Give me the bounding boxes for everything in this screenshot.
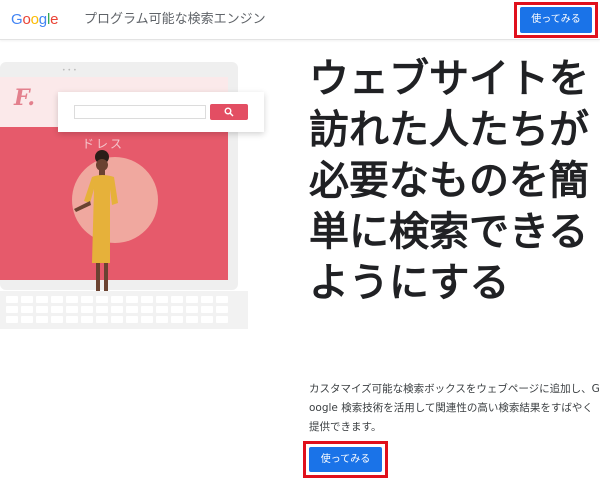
key-row	[6, 296, 228, 303]
search-icon	[224, 107, 234, 117]
get-started-button-header[interactable]: 使ってみる	[520, 7, 592, 33]
get-started-button[interactable]: 使ってみる	[309, 447, 382, 472]
key-row	[6, 316, 228, 323]
search-button[interactable]	[210, 104, 248, 120]
logo-letter: o	[30, 11, 39, 28]
logo-letter: G	[11, 11, 23, 28]
google-logo[interactable]: Google	[11, 11, 58, 29]
top-bar: Google プログラム可能な検索エンジン 使ってみる	[0, 0, 600, 40]
model-figure	[74, 150, 118, 299]
laptop-keyboard	[0, 291, 248, 329]
logo-letter: g	[38, 11, 47, 28]
product-name: プログラム可能な検索エンジン	[84, 12, 266, 27]
logo-letter: e	[50, 11, 59, 28]
key-row	[6, 306, 228, 313]
camera-dots: •••	[62, 67, 79, 74]
search-input[interactable]	[74, 105, 206, 119]
logo-letter: o	[22, 11, 31, 28]
search-box-card	[58, 92, 264, 132]
hero-description: カスタマイズ可能な検索ボックスをウェブページに追加し、Google 検索技術を活…	[309, 383, 600, 433]
hero-illustration: ••• F. ドレス	[0, 55, 270, 330]
hero-headline: ウェブサイトを訪れた人たちが必要なものを簡単に検索できるようにする	[309, 56, 589, 306]
site-brand-logo: F.	[14, 85, 36, 111]
